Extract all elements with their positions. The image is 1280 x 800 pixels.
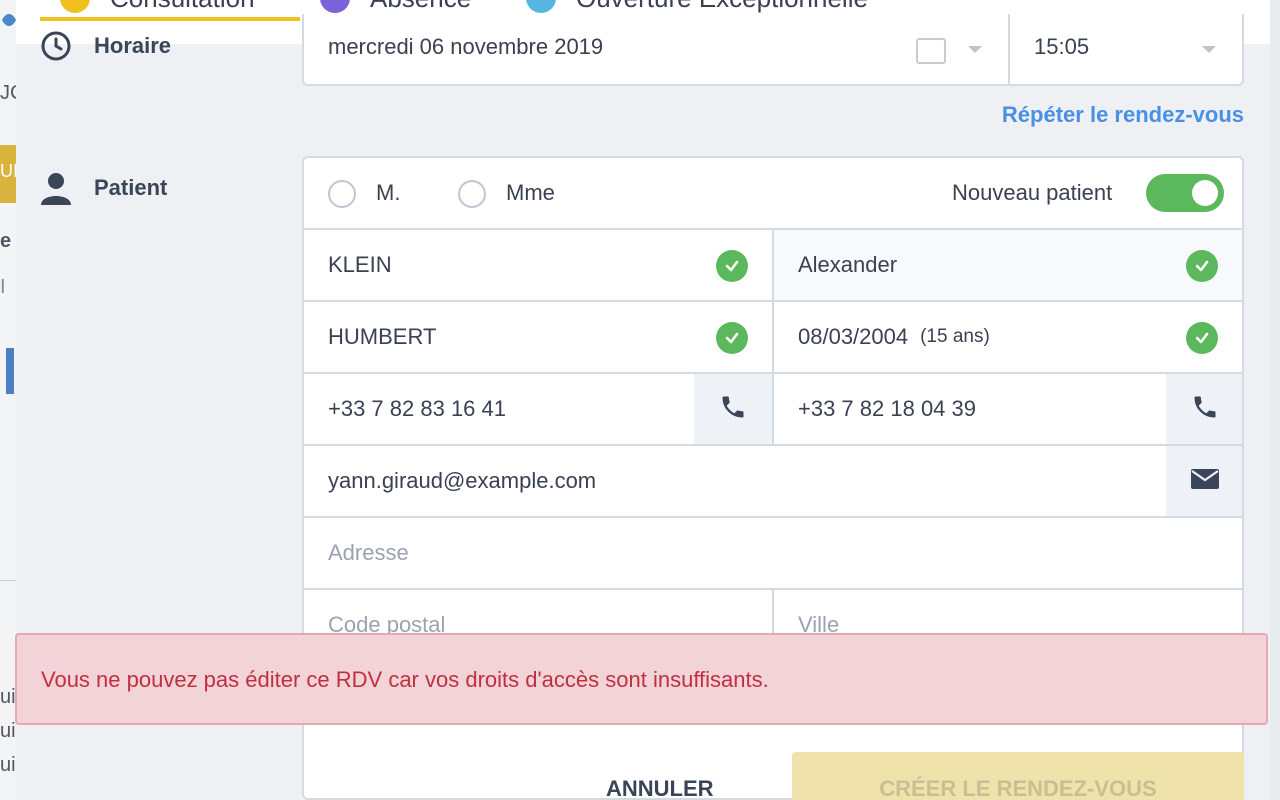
patient-label: Patient bbox=[40, 172, 168, 205]
phone-icon bbox=[1191, 393, 1219, 426]
background-button: UI bbox=[0, 145, 18, 203]
permission-error-alert: Vous ne pouvez pas éditer ce RDV car vos… bbox=[15, 633, 1268, 725]
consultation-dot-icon bbox=[60, 0, 90, 13]
call-phone2-button[interactable] bbox=[1166, 374, 1242, 444]
date-chevron-down-icon[interactable] bbox=[968, 46, 982, 53]
civility-row: M. Mme Nouveau patient bbox=[304, 158, 1242, 230]
tab-label: Ouverture Exceptionnelle bbox=[576, 0, 868, 14]
last-name-valid-check-icon bbox=[716, 250, 748, 282]
phone-row: +33 7 82 83 16 41 +33 7 82 18 04 39 bbox=[304, 374, 1242, 446]
toggle-knob bbox=[1192, 180, 1218, 206]
new-patient-toggle[interactable] bbox=[1146, 174, 1224, 212]
background-text: ui bbox=[0, 720, 16, 742]
calendar-icon[interactable] bbox=[916, 38, 946, 64]
tab-label: Consultation bbox=[110, 0, 255, 14]
divider bbox=[0, 580, 16, 581]
user-icon bbox=[40, 172, 72, 205]
absence-dot-icon bbox=[320, 0, 350, 13]
birth-date-value: 08/03/2004 bbox=[798, 324, 909, 349]
clock-icon bbox=[40, 30, 72, 62]
background-text: e bbox=[0, 230, 12, 252]
first-name-field[interactable]: Alexander bbox=[774, 230, 1242, 300]
schedule-input-group: mercredi 06 novembre 2019 15:05 bbox=[302, 14, 1244, 86]
divider bbox=[1008, 14, 1010, 84]
radio-m-label: M. bbox=[376, 180, 401, 205]
background-text: I bbox=[0, 276, 6, 298]
radio-mme[interactable] bbox=[458, 180, 486, 208]
email-row: yann.giraud@example.com bbox=[304, 446, 1242, 518]
cancel-button[interactable]: ANNULER bbox=[606, 776, 714, 800]
age-value: (15 ans) bbox=[920, 326, 990, 347]
background-text: ui bbox=[0, 754, 16, 776]
exceptional-opening-dot-icon bbox=[526, 0, 556, 13]
send-email-button[interactable] bbox=[1166, 446, 1242, 516]
maiden-name-valid-check-icon bbox=[716, 322, 748, 354]
phone2-field[interactable]: +33 7 82 18 04 39 bbox=[774, 374, 1166, 444]
email-field[interactable]: yann.giraud@example.com bbox=[304, 446, 1166, 516]
active-tab-indicator bbox=[40, 17, 300, 21]
birth-row: HUMBERT 08/03/2004 (15 ans) bbox=[304, 302, 1242, 374]
time-field[interactable]: 15:05 bbox=[1034, 34, 1089, 60]
tab-label: Absence bbox=[370, 0, 471, 14]
schedule-label-text: Horaire bbox=[94, 33, 172, 58]
repeat-appointment-link[interactable]: Répéter le rendez-vous bbox=[1002, 102, 1244, 128]
create-appointment-button[interactable]: CRÉER LE RENDEZ-VOUS bbox=[792, 752, 1244, 800]
radio-mme-label: Mme bbox=[506, 180, 555, 205]
birth-date-field[interactable]: 08/03/2004 (15 ans) bbox=[774, 302, 1242, 372]
alert-message: Vous ne pouvez pas éditer ce RDV car vos… bbox=[41, 667, 769, 692]
address-row: Adresse bbox=[304, 518, 1242, 590]
name-row: KLEIN Alexander bbox=[304, 230, 1242, 302]
time-chevron-down-icon[interactable] bbox=[1202, 46, 1216, 53]
date-field[interactable]: mercredi 06 novembre 2019 bbox=[328, 34, 603, 60]
radio-m[interactable] bbox=[328, 180, 356, 208]
background-text: ui bbox=[0, 686, 16, 708]
schedule-label: Horaire bbox=[40, 30, 171, 62]
phone-icon bbox=[719, 393, 747, 426]
background-bar bbox=[6, 348, 14, 394]
app-logo-icon bbox=[0, 8, 16, 32]
last-name-field[interactable]: KLEIN bbox=[304, 230, 772, 300]
address-input[interactable]: Adresse bbox=[304, 518, 1242, 588]
call-phone1-button[interactable] bbox=[694, 374, 772, 444]
birth-date-valid-check-icon bbox=[1186, 322, 1218, 354]
patient-label-text: Patient bbox=[94, 175, 168, 200]
phone1-field[interactable]: +33 7 82 83 16 41 bbox=[304, 374, 694, 444]
envelope-icon bbox=[1190, 467, 1220, 496]
first-name-valid-check-icon bbox=[1186, 250, 1218, 282]
maiden-name-field[interactable]: HUMBERT bbox=[304, 302, 772, 372]
new-patient-label: Nouveau patient bbox=[952, 180, 1113, 205]
